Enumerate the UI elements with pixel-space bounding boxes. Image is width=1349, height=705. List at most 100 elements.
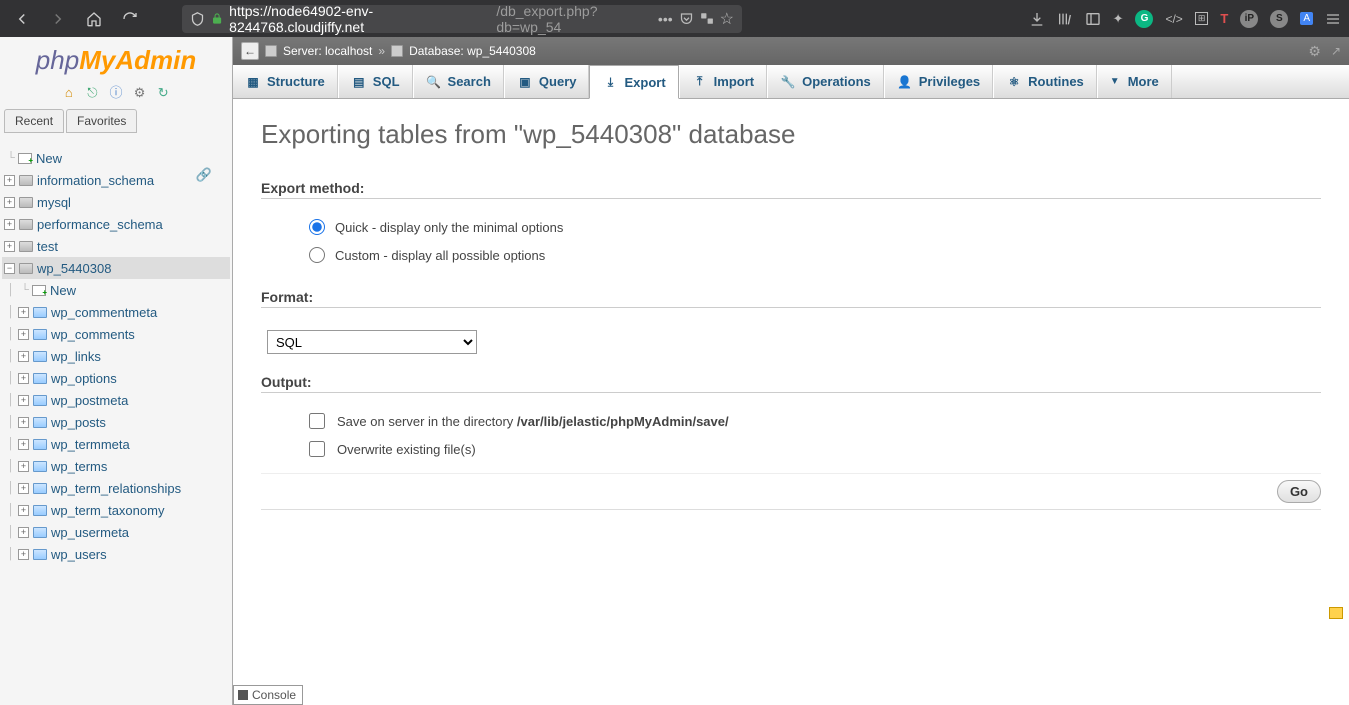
tree-table[interactable]: │+wp_usermeta (2, 521, 230, 543)
crumb-db[interactable]: Database: wp_5440308 (409, 44, 536, 58)
settings-icon[interactable]: ⚙ (132, 85, 148, 101)
tab-export[interactable]: ⤓Export (589, 65, 678, 99)
exit-icon[interactable]: ↗ (1331, 44, 1341, 58)
tree-table[interactable]: │+wp_terms (2, 455, 230, 477)
tab-query[interactable]: ▣Query (504, 65, 590, 98)
format-select[interactable]: SQL (267, 330, 477, 354)
tree-table[interactable]: │+wp_term_taxonomy (2, 499, 230, 521)
console-toggle[interactable]: Console (233, 685, 303, 705)
export-method-label: Export method: (261, 180, 1321, 196)
translate-icon[interactable] (700, 11, 714, 26)
expand-icon[interactable]: + (18, 505, 29, 516)
quick-radio[interactable] (309, 219, 325, 235)
tab-sql[interactable]: ▤SQL (338, 65, 413, 98)
downloads-icon[interactable] (1029, 11, 1045, 27)
expand-icon[interactable]: + (18, 549, 29, 560)
tab-structure[interactable]: ▦Structure (233, 65, 338, 98)
expand-icon[interactable]: + (4, 175, 15, 186)
crumb-server[interactable]: Server: localhost (283, 44, 372, 58)
go-button[interactable]: Go (1277, 480, 1321, 503)
main-tabs: ▦Structure ▤SQL 🔍Search ▣Query ⤓Export ⤒… (233, 65, 1349, 99)
logout-icon[interactable]: ⎋ (84, 85, 100, 101)
bookmark-star-icon[interactable]: ☆ (720, 9, 734, 29)
gear-icon[interactable]: ⚙ (1308, 43, 1321, 60)
expand-icon[interactable]: + (18, 395, 29, 406)
db-icon (19, 219, 33, 230)
docs-icon[interactable]: ⓘ (108, 82, 124, 98)
expand-icon[interactable]: + (4, 241, 15, 252)
tree-table[interactable]: │+wp_links (2, 345, 230, 367)
tree-db-performance_schema[interactable]: + performance_schema (2, 213, 230, 235)
expand-icon[interactable]: + (18, 527, 29, 538)
tree-table[interactable]: │+wp_users (2, 543, 230, 565)
expand-icon[interactable]: + (4, 219, 15, 230)
save-on-server-checkbox[interactable] (309, 413, 325, 429)
tree-db-mysql[interactable]: + mysql (2, 191, 230, 213)
more-dots-icon[interactable]: ••• (658, 11, 673, 27)
overwrite-row[interactable]: Overwrite existing file(s) (261, 435, 1321, 463)
pocket-icon[interactable] (679, 11, 694, 27)
expand-icon[interactable]: + (18, 483, 29, 494)
home-button[interactable] (80, 5, 108, 33)
ext-icon-5[interactable]: T (1220, 11, 1228, 26)
tree-db-wp_5440308[interactable]: − wp_5440308 (2, 257, 230, 279)
ext-icon-4[interactable]: ⊞ (1195, 12, 1209, 25)
expand-icon[interactable]: + (18, 461, 29, 472)
expand-icon[interactable]: + (18, 439, 29, 450)
forward-button[interactable] (44, 5, 72, 33)
save-on-server-row[interactable]: Save on server in the directory /var/lib… (261, 407, 1321, 435)
collapse-icon[interactable]: − (4, 263, 15, 274)
table-icon (33, 505, 47, 516)
tab-search[interactable]: 🔍Search (413, 65, 504, 98)
recent-tab[interactable]: Recent (4, 109, 64, 133)
expand-icon[interactable]: + (4, 197, 15, 208)
reload-button[interactable] (116, 5, 144, 33)
tab-more[interactable]: ▼More (1097, 65, 1172, 98)
reload-icon[interactable]: ↻ (155, 85, 171, 101)
tree-db-test[interactable]: + test (2, 235, 230, 257)
tab-routines[interactable]: ⚛Routines (993, 65, 1097, 98)
tree-table[interactable]: │+wp_term_relationships (2, 477, 230, 499)
sidebar-icon[interactable] (1085, 11, 1101, 27)
tab-privileges[interactable]: 👤Privileges (884, 65, 993, 98)
tree-table[interactable]: │+wp_termmeta (2, 433, 230, 455)
ext-icon-1[interactable]: ✦ (1113, 11, 1124, 27)
custom-radio[interactable] (309, 247, 325, 263)
tab-operations[interactable]: 🔧Operations (767, 65, 884, 98)
tree-table[interactable]: │+wp_posts (2, 411, 230, 433)
nav-back-icon[interactable]: ← (241, 42, 259, 60)
address-bar[interactable]: https://node64902-env-8244768.cloudjiffy… (182, 5, 742, 33)
ext-icon-7[interactable]: S (1270, 10, 1288, 28)
new-table-icon (32, 285, 46, 296)
ext-icon-6[interactable]: iP (1240, 10, 1258, 28)
recent-favorites-tabs: Recent Favorites (0, 109, 232, 133)
ext-icon-3[interactable]: </> (1165, 12, 1182, 26)
library-icon[interactable] (1057, 11, 1073, 27)
format-label: Format: (261, 289, 1321, 305)
ext-icon-2[interactable]: G (1135, 10, 1153, 28)
export-method-custom[interactable]: Custom - display all possible options (261, 241, 1321, 269)
overwrite-checkbox[interactable] (309, 441, 325, 457)
expand-icon[interactable]: + (18, 417, 29, 428)
ext-icon-8[interactable]: A (1300, 12, 1313, 25)
tree-table[interactable]: │+wp_commentmeta (2, 301, 230, 323)
favorites-tab[interactable]: Favorites (66, 109, 137, 133)
expand-icon[interactable]: + (18, 307, 29, 318)
tree-new-db[interactable]: └ New (2, 147, 230, 169)
tree-table[interactable]: │+wp_options (2, 367, 230, 389)
server-icon (265, 45, 277, 57)
expand-icon[interactable]: + (18, 329, 29, 340)
export-method-quick[interactable]: Quick - display only the minimal options (261, 213, 1321, 241)
tree-table[interactable]: │+wp_postmeta (2, 389, 230, 411)
table-icon (33, 549, 47, 560)
back-button[interactable] (8, 5, 36, 33)
tree-table[interactable]: │+wp_comments (2, 323, 230, 345)
expand-icon[interactable]: + (18, 373, 29, 384)
link-icon[interactable]: 🔗 (196, 167, 212, 183)
expand-icon[interactable]: + (18, 351, 29, 362)
home-icon[interactable]: ⌂ (61, 85, 77, 101)
hamburger-icon[interactable] (1325, 11, 1341, 27)
tab-import[interactable]: ⤒Import (679, 65, 767, 98)
tree-new-table[interactable]: │└ New (2, 279, 230, 301)
bookmark-tag-icon[interactable] (1329, 607, 1343, 619)
